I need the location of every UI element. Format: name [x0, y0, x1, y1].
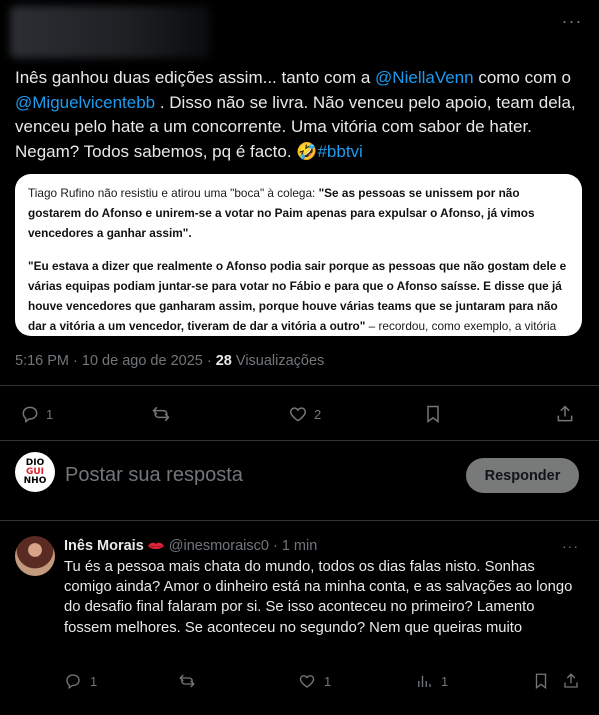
bookmark-button[interactable] [532, 670, 550, 692]
image-paragraph: Tiago Rufino não resistiu e atirou uma "… [28, 183, 569, 243]
tweet-text-part: como com o [473, 68, 571, 87]
views-button[interactable]: 1 [415, 670, 448, 692]
repost-button[interactable] [178, 670, 196, 692]
tweet-actions: 1 2 [0, 400, 599, 430]
like-count: 2 [314, 406, 322, 422]
attached-image[interactable]: Tiago Rufino não resistiu e atirou uma "… [15, 174, 582, 336]
divider [0, 440, 599, 441]
tweet-date[interactable]: 10 de ago de 2025 [82, 353, 203, 369]
reply-input[interactable]: Postar sua resposta [65, 464, 243, 487]
divider [0, 385, 599, 386]
lips-icon [147, 542, 164, 549]
views-icon [418, 675, 431, 687]
mention-link[interactable]: @NiellaVenn [375, 68, 474, 87]
tweet-text: Inês ganhou duas edições assim... tanto … [15, 66, 585, 164]
tweet-time[interactable]: 5:16 PM [15, 353, 69, 369]
reply-icon [66, 674, 80, 690]
share-icon [557, 405, 573, 422]
blurred-author-info[interactable] [10, 6, 210, 58]
views-count: 28 [215, 353, 232, 369]
bookmark-icon [427, 405, 439, 423]
divider [0, 520, 599, 521]
reply-author-name[interactable]: Inês Morais [64, 538, 144, 554]
more-icon[interactable]: ··· [561, 12, 583, 34]
reply-icon [22, 406, 38, 423]
like-icon [299, 675, 315, 688]
avatar[interactable]: DIO GUI NHO [15, 452, 55, 492]
reply-actions: 1 1 1 [0, 670, 599, 694]
mention-link[interactable]: @Miguelvicentebb [15, 93, 155, 112]
tweet-header: ··· [0, 0, 599, 62]
reply-submit-button[interactable]: Responder [466, 458, 579, 493]
tweet-text-part: Inês ganhou duas edições assim... tanto … [15, 68, 376, 87]
share-icon [564, 673, 578, 688]
views-count: 1 [441, 673, 449, 689]
reply-button[interactable]: 1 [64, 670, 97, 692]
separator-dot: · [268, 538, 282, 554]
like-button[interactable]: 1 [298, 670, 331, 692]
avatar[interactable] [15, 536, 55, 576]
repost-icon [179, 674, 195, 688]
separator-dot: · [202, 353, 216, 369]
like-count: 1 [324, 673, 332, 689]
bookmark-button[interactable] [423, 400, 443, 428]
reply-count: 1 [90, 673, 98, 689]
repost-button[interactable] [151, 400, 171, 428]
tweet-meta: 5:16 PM · 10 de ago de 2025 · 28 Visuali… [15, 353, 324, 369]
reply-header: Inês Morais @inesmoraisc0 · 1 min [64, 538, 317, 554]
views-label: Visualizações [231, 353, 325, 369]
hashtag-link[interactable]: #bbtvi [317, 142, 362, 161]
reply-time[interactable]: 1 min [282, 538, 317, 554]
reply-text: Tu és a pessoa mais chata do mundo, todo… [64, 559, 573, 636]
share-button[interactable] [555, 400, 575, 428]
share-button[interactable] [562, 670, 580, 692]
reply-count: 1 [46, 406, 54, 422]
like-button[interactable]: 2 [288, 400, 321, 428]
repost-icon [152, 406, 170, 422]
image-paragraph: "Eu estava a dizer que realmente o Afons… [28, 256, 569, 336]
bookmark-icon [535, 673, 547, 690]
image-text: Tiago Rufino não resistiu e atirou uma "… [28, 186, 319, 200]
reply-author-handle[interactable]: @inesmoraisc0 [169, 538, 269, 554]
more-icon[interactable]: ··· [562, 538, 579, 554]
separator-dot: · [69, 353, 82, 369]
like-icon [289, 407, 307, 422]
reply-button[interactable]: 1 [20, 400, 53, 428]
avatar-text: NHO [23, 475, 47, 486]
